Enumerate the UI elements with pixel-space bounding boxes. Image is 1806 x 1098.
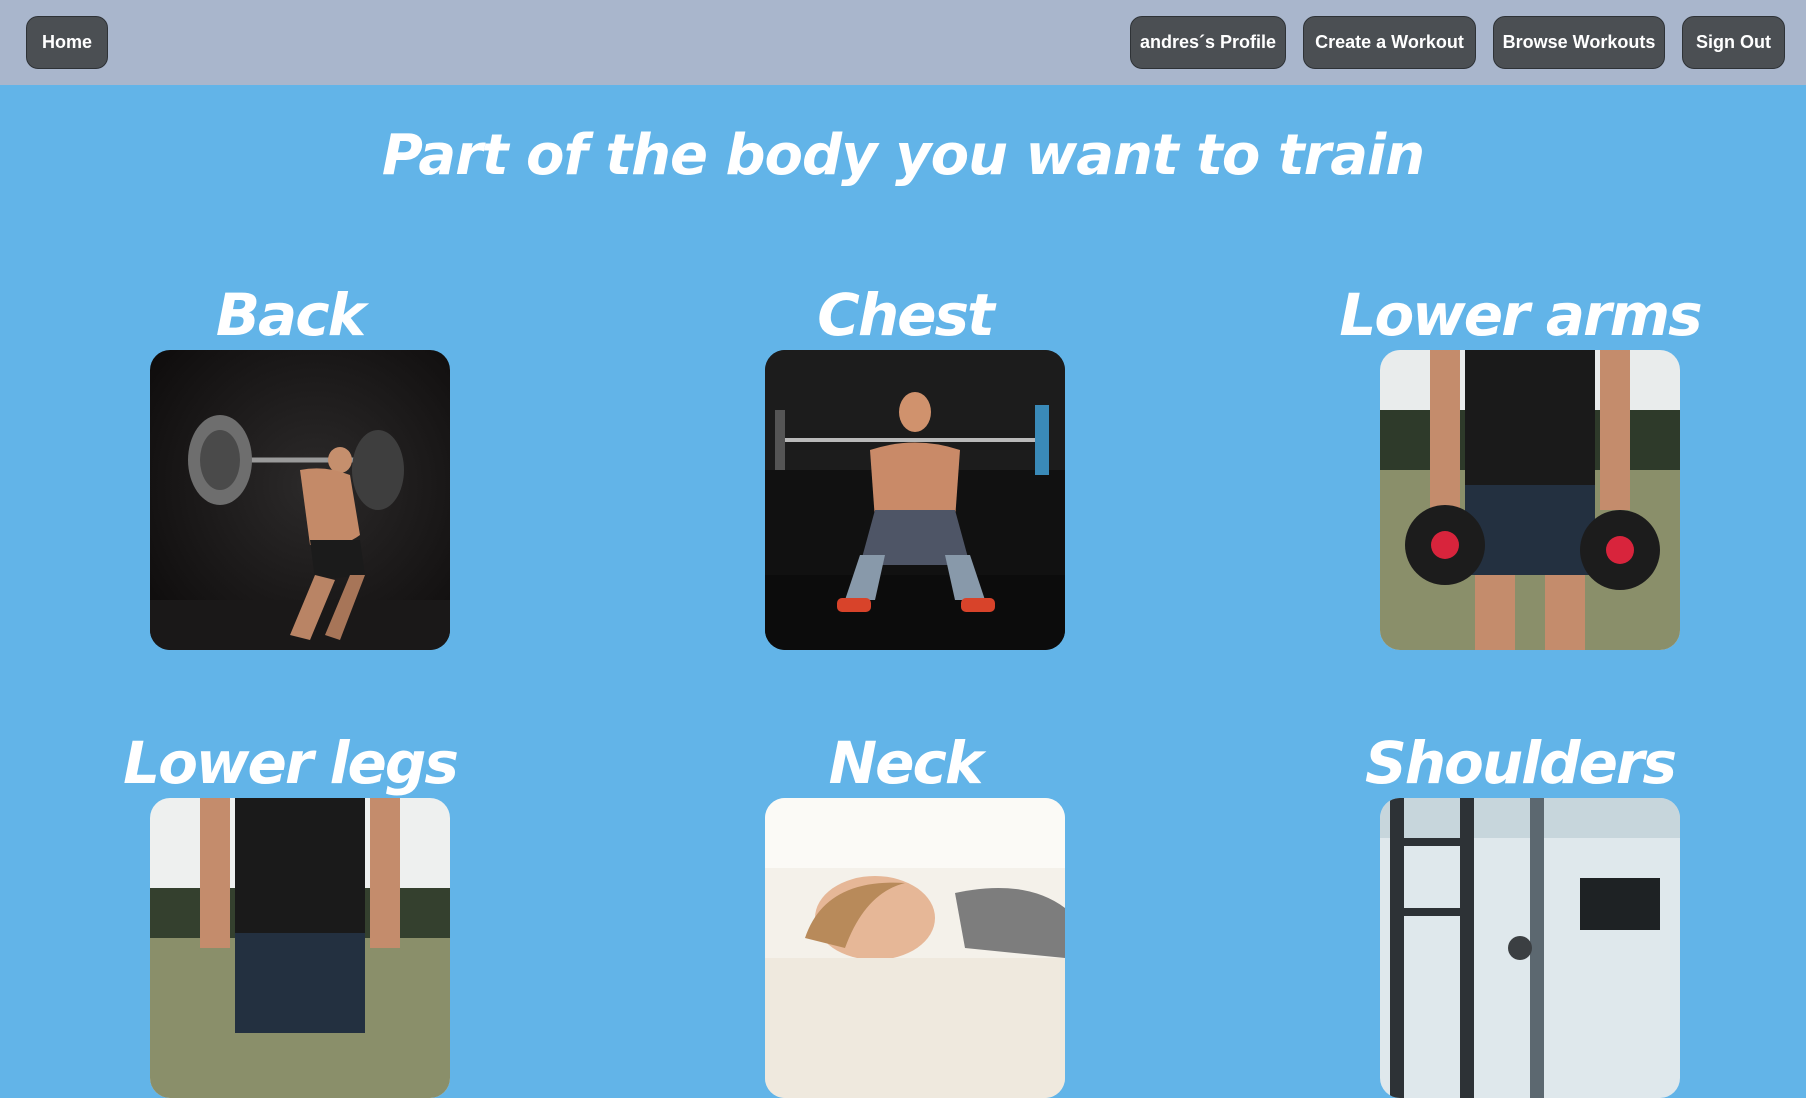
body-part-label: Lower arms — [1339, 281, 1702, 349]
lower-arms-image[interactable] — [1380, 350, 1680, 650]
shoulders-image[interactable] — [1380, 798, 1680, 1098]
page-title: Part of the body you want to train — [381, 123, 1425, 188]
browse-workouts-button[interactable]: Browse Workouts — [1493, 16, 1665, 69]
body-part-label: Neck — [828, 729, 984, 797]
profile-button[interactable]: andres´s Profile — [1130, 16, 1286, 69]
neck-image[interactable] — [765, 798, 1065, 1098]
home-button[interactable]: Home — [26, 16, 108, 69]
navbar: Home andres´s Profile Create a Workout B… — [0, 0, 1806, 85]
sign-out-button[interactable]: Sign Out — [1682, 16, 1785, 69]
body-part-label: Shoulders — [1364, 729, 1677, 797]
back-image[interactable] — [150, 350, 450, 650]
lower-legs-image[interactable] — [150, 798, 450, 1098]
body-part-label: Back — [215, 281, 366, 349]
body-part-label: Lower legs — [123, 729, 459, 797]
chest-image[interactable] — [765, 350, 1065, 650]
body-part-label: Chest — [817, 281, 994, 349]
create-workout-button[interactable]: Create a Workout — [1303, 16, 1476, 69]
